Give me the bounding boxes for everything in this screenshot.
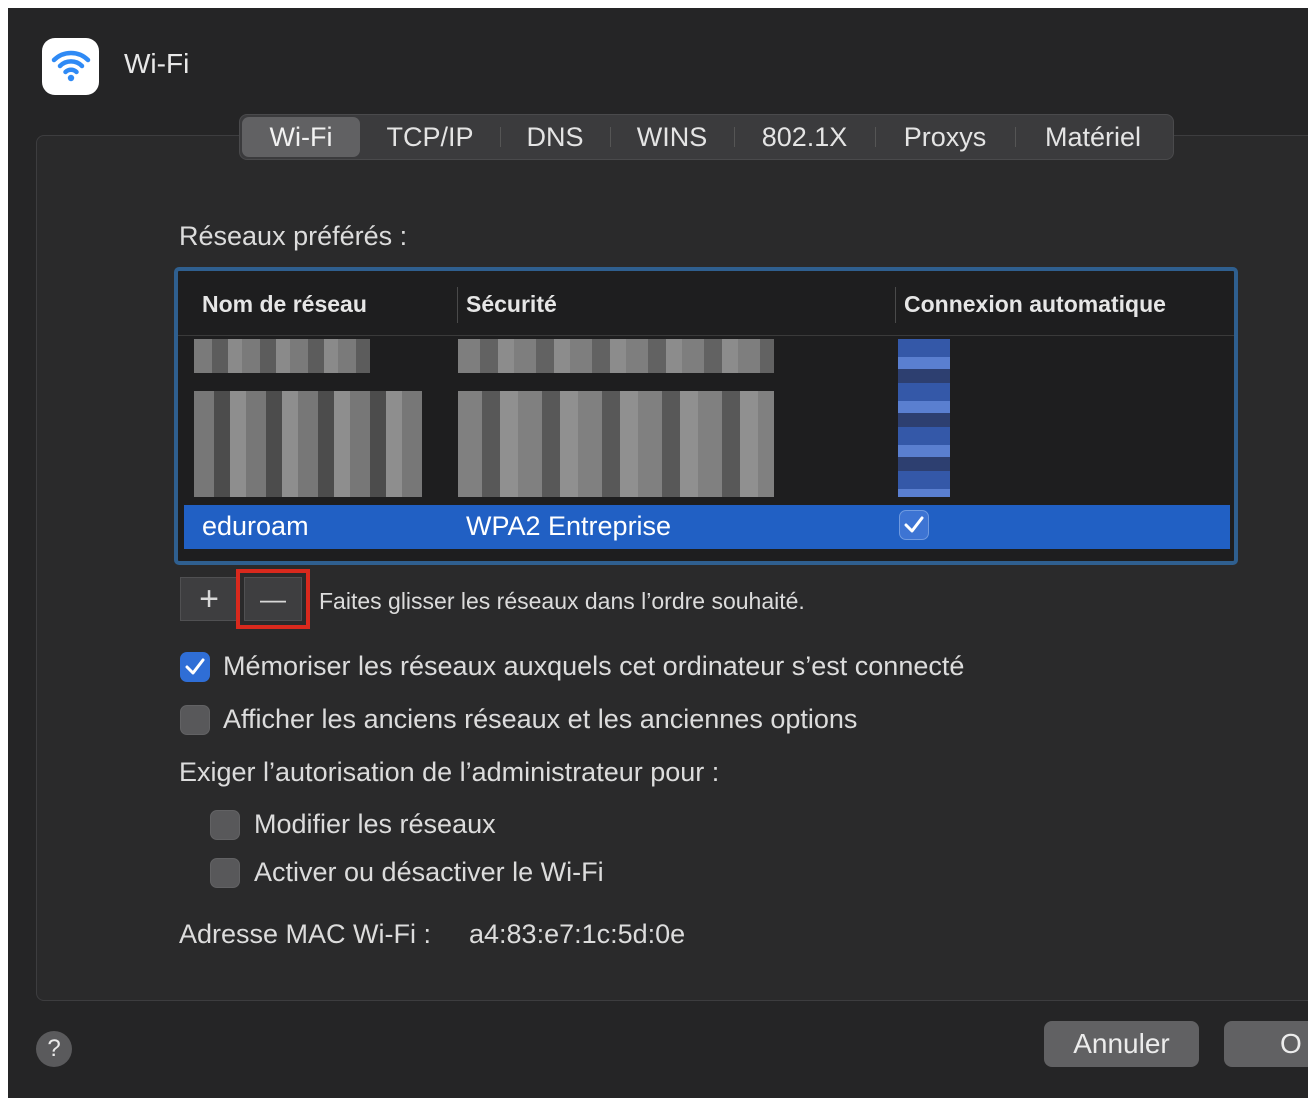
checkmark-icon	[904, 516, 924, 533]
show-legacy-label[interactable]: Afficher les anciens réseaux et les anci…	[223, 704, 857, 735]
tab-materiel[interactable]: Matériel	[1015, 117, 1171, 157]
cell-security: WPA2 Entreprise	[466, 511, 672, 541]
remember-networks-label[interactable]: Mémoriser les réseaux auxquels cet ordin…	[223, 651, 964, 682]
help-button[interactable]: ?	[36, 1031, 72, 1067]
tab-bar: Wi-Fi TCP/IP DNS WINS 802.1X Proxys Maté…	[239, 114, 1174, 160]
table-row-selected[interactable]: eduroam WPA2 Entreprise	[184, 505, 1230, 549]
network-settings-window: Wi-Fi Wi-Fi TCP/IP DNS WINS 802.1X Proxy…	[8, 8, 1308, 1098]
ok-button[interactable]: O	[1224, 1021, 1308, 1067]
tab-wins[interactable]: WINS	[610, 117, 734, 157]
column-header-security[interactable]: Sécurité	[466, 291, 557, 318]
column-separator[interactable]	[895, 287, 896, 323]
table-header: Nom de réseau Sécurité Connexion automat…	[178, 271, 1234, 336]
tab-proxys[interactable]: Proxys	[875, 117, 1015, 157]
drag-hint: Faites glisser les réseaux dans l’ordre …	[319, 588, 805, 614]
column-separator[interactable]	[457, 287, 458, 323]
column-header-auto-connect[interactable]: Connexion automatique	[904, 291, 1166, 318]
checkmark-icon	[185, 658, 205, 675]
column-separator	[1234, 287, 1235, 323]
wifi-icon	[42, 38, 99, 95]
mac-address-value: a4:83:e7:1c:5d:0e	[469, 919, 686, 949]
tab-wifi[interactable]: Wi-Fi	[242, 117, 360, 157]
redacted-security	[458, 391, 774, 497]
show-legacy-checkbox[interactable]	[180, 705, 210, 735]
add-network-button[interactable]: +	[180, 577, 238, 621]
admin-auth-heading: Exiger l’autorisation de l’administrateu…	[179, 757, 720, 787]
toggle-wifi-checkbox[interactable]	[210, 858, 240, 888]
tab-dns[interactable]: DNS	[500, 117, 610, 157]
tab-tcpip[interactable]: TCP/IP	[360, 117, 500, 157]
auto-connect-checkbox[interactable]	[899, 510, 929, 540]
modify-networks-checkbox[interactable]	[210, 810, 240, 840]
mac-address-label: Adresse MAC Wi-Fi :	[179, 919, 432, 949]
cell-network-name: eduroam	[202, 511, 309, 541]
modify-networks-label[interactable]: Modifier les réseaux	[254, 809, 496, 840]
redacted-network-name	[194, 391, 422, 497]
redacted-network-name	[194, 339, 370, 373]
tab-8021x[interactable]: 802.1X	[734, 117, 875, 157]
redacted-auto-connect	[898, 339, 950, 497]
column-header-network-name[interactable]: Nom de réseau	[202, 291, 367, 318]
redacted-security	[458, 339, 774, 373]
preferred-networks-heading: Réseaux préférés :	[179, 221, 408, 251]
preferred-networks-table[interactable]: Nom de réseau Sécurité Connexion automat…	[174, 267, 1238, 565]
cancel-button[interactable]: Annuler	[1044, 1021, 1199, 1067]
window-title: Wi-Fi	[124, 48, 190, 79]
remove-button-highlight	[236, 569, 310, 629]
toggle-wifi-label[interactable]: Activer ou désactiver le Wi-Fi	[254, 857, 604, 888]
remember-networks-checkbox[interactable]	[180, 652, 210, 682]
